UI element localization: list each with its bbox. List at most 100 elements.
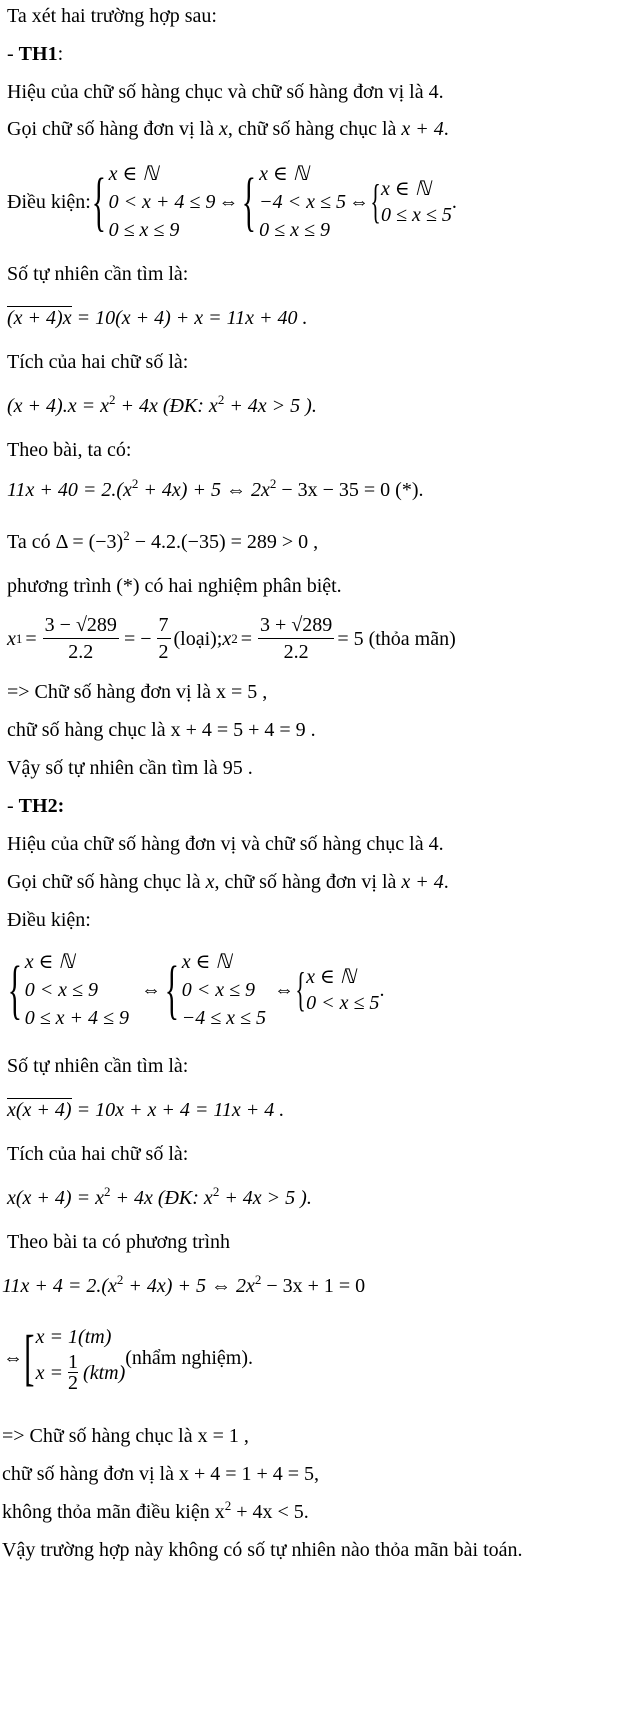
case1-tens-result: chữ số hàng chục là x + 4 = 5 + 4 = 9 . [7,719,316,741]
condition-row: 0 < x ≤ 5 [306,992,380,1014]
condition-row: 0 ≤ x ≤ 9 [259,219,330,241]
case2-roots: ⇔ [ x = 1(tm) x = 1 2 (ktm) (nhẩm nghiệm… [3,1322,253,1393]
not-satisfy-text: không thỏa mãn điều kiện x [2,1501,225,1523]
denominator: 2 [68,1372,79,1394]
condition-row: x ∈ ℕ [24,951,75,973]
equation-text: + 4x) + 5 ⇔ 2x [138,479,270,501]
heading-prefix: - [7,795,19,817]
let-expression: x + 4 [401,118,444,140]
case2-number-expression: x(x + 4) = 10x + x + 4 = 11x + 4 . [7,1098,284,1122]
condition-system-3: x ∈ ℕ 0 < x ≤ 5 [306,964,379,1016]
fraction-x1: 3 − √289 2.2 [42,612,119,665]
equation-text: 11x + 4 = 2.(x [2,1275,117,1297]
fraction-x2: 3 + √289 2.2 [258,612,335,665]
condition-row: 0 < x + 4 ≤ 9 [108,191,216,213]
case2-number-label: Số tự nhiên cần tìm là: [7,1055,189,1077]
condition-system-2: x ∈ ℕ 0 < x ≤ 9 −4 ≤ x ≤ 5 [182,948,266,1032]
period: . [451,191,457,213]
condition-row: −4 < x ≤ 5 [259,191,346,213]
condition-row: x ∈ ℕ [108,163,159,185]
case2-heading: - TH2: [7,794,64,818]
iff-icon: ⇔ [141,979,162,1001]
denominator: 2 [158,641,169,663]
overlined-number: (x + 4)x [7,306,72,329]
numerator: 3 − √289 [42,612,119,639]
period: . [443,871,449,893]
left-brace-icon: { [370,175,381,228]
root-status: = 5 (thỏa mãn) [337,627,456,650]
left-brace-icon: { [295,963,306,1016]
iff-icon: ⇔ [3,1346,23,1369]
case2-let: Gọi chữ số hàng chục là x, chữ số hàng đ… [7,870,449,894]
number-expansion: = 10x + x + 4 = 11x + 4 . [71,1099,285,1121]
left-bracket-icon: [ [24,1323,35,1392]
case1-delta: Ta có Δ = (−3)2 − 4.2.(−35) = 289 > 0 , [7,529,318,554]
product-text: + 4x > 5 ). [219,1187,312,1209]
case1-roots: x1 = 3 − √289 2.2 = − 7 2 (loại); x2 = 3… [7,612,456,665]
case2-product-expression: x(x + 4) = x2 + 4x (ĐK: x2 + 4x > 5 ). [7,1185,312,1210]
let-text: Gọi chữ số hàng đơn vị là [7,118,219,140]
case2-tens-result: => Chữ số hàng chục là x = 1 , [2,1425,249,1447]
root-tag: (ktm) [83,1361,126,1384]
equation-text: − 3x − 35 = 0 (*). [276,479,424,501]
fraction-value: 7 2 [156,612,171,665]
root-status: (loại); [173,627,223,650]
case2-conclusion: Vậy trường hợp này không có số tự nhiên … [2,1539,523,1561]
case2-units-result: chữ số hàng đơn vị là x + 4 = 1 + 4 = 5, [2,1463,320,1485]
iff-icon: ⇔ [274,979,295,1001]
period: . [379,979,385,1001]
root-prefix: x = [35,1361,64,1384]
not-satisfy-text: + 4x < 5. [231,1501,309,1523]
left-brace-icon: { [242,165,257,238]
condition-system-3: x ∈ ℕ 0 ≤ x ≤ 5 [381,176,452,228]
denominator: 2.2 [283,641,309,663]
case1-number-expression: (x + 4)x = 10(x + 4) + x = 11x + 40 . [7,306,308,330]
case1-theo-label: Theo bài, ta có: [7,439,132,461]
equals-sign: = [240,627,253,650]
case1-product-label: Tích của hai chữ số là: [7,351,189,373]
case1-equation: 11x + 40 = 2.(x2 + 4x) + 5 ⇔ 2x2 − 3x − … [7,477,424,502]
equation-text: + 4x) + 5 ⇔ 2x [123,1275,255,1297]
condition-system-2: x ∈ ℕ −4 < x ≤ 5 0 ≤ x ≤ 9 [259,160,346,244]
numerator: 1 [68,1351,79,1373]
let-text: , chữ số hàng chục là [227,118,402,140]
case2-theo-label: Theo bài ta có phương trình [7,1231,231,1253]
root-item: x = 1(tm) [35,1326,112,1348]
delta-text: Ta có Δ = (−3) [7,531,124,553]
let-text: Gọi chữ số hàng chục là [7,871,206,893]
condition-system-1: x ∈ ℕ 0 < x ≤ 9 0 ≤ x + 4 ≤ 9 [25,948,129,1032]
case2-difference: Hiệu của chữ số hàng đơn vị và chữ số hà… [7,833,444,855]
heading-prefix: - [7,43,19,65]
case1-two-roots: phương trình (*) có hai nghiệm phân biệt… [7,575,342,597]
product-text: + 4x (ĐK: x [115,395,218,417]
let-variable: x [218,118,228,140]
number-expansion: = 10(x + 4) + x = 11x + 40 . [71,307,308,329]
fraction-root: 1 2 [66,1352,80,1393]
equals-minus: = − [123,627,152,650]
case1-difference: Hiệu của chữ số hàng chục và chữ số hàng… [7,81,444,103]
left-brace-icon: { [7,953,22,1026]
product-text: + 4x > 5 ). [224,395,317,417]
case1-units-result: => Chữ số hàng đơn vị là x = 5 , [7,681,268,703]
period: . [443,118,449,140]
numerator: 3 + √289 [258,612,335,639]
left-brace-icon: { [91,165,106,238]
case1-conditions: Điều kiện: { x ∈ ℕ 0 < x + 4 ≤ 9 0 ≤ x ≤… [7,160,457,244]
case2-condition-label: Điều kiện: [7,909,91,931]
root-variable: x [7,627,16,650]
case2-product-label: Tích của hai chữ số là: [7,1143,189,1165]
condition-row: x ∈ ℕ [306,966,356,988]
heading-label: TH2: [18,795,65,817]
case2-not-satisfy: không thỏa mãn điều kiện x2 + 4x < 5. [2,1499,309,1524]
condition-row: 0 < x ≤ 9 [181,979,256,1001]
condition-row: 0 ≤ x ≤ 5 [381,204,452,226]
case1-number-label: Số tự nhiên cần tìm là: [7,263,189,285]
condition-row: 0 ≤ x ≤ 9 [108,219,180,241]
case1-heading: - TH1: [7,42,63,66]
root-list: x = 1(tm) x = 1 2 (ktm) [36,1322,126,1393]
condition-row: −4 ≤ x ≤ 5 [181,1007,267,1029]
let-expression: x + 4 [401,871,444,893]
root-item: x = 1 2 (ktm) [36,1352,126,1393]
intro-text: Ta xét hai trường hợp sau: [7,5,217,27]
condition-row: 0 ≤ x + 4 ≤ 9 [24,1007,130,1029]
